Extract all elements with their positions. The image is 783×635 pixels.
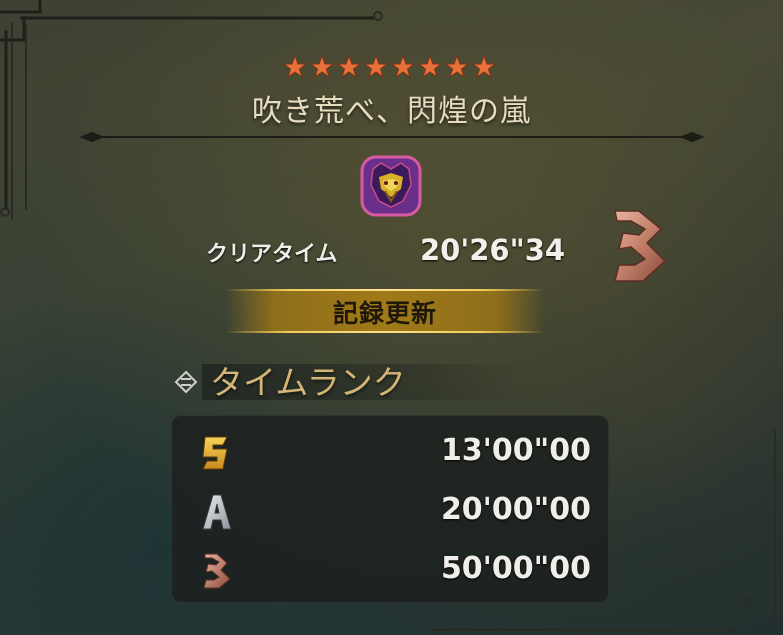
time-rank-title: タイムランク xyxy=(210,363,406,402)
difficulty-stars xyxy=(283,55,501,81)
time-rank-header: タイムランク xyxy=(172,356,522,402)
star-icon xyxy=(337,55,361,79)
record-updated-label: 記録更新 xyxy=(332,299,437,328)
star-icon xyxy=(283,55,307,79)
star-icon xyxy=(391,55,415,79)
star-icon xyxy=(445,55,469,79)
rank-b-time: 50'00"00 xyxy=(440,551,591,586)
rank-row-b: 50'00"00 xyxy=(171,541,609,593)
star-icon xyxy=(472,55,496,79)
quest-title: 吹き荒べ、閃煌の嵐 xyxy=(252,94,531,129)
monster-portrait-icon xyxy=(359,155,423,217)
rank-a-time: 20'00"00 xyxy=(440,492,591,527)
clear-time-value: 20'26"34 xyxy=(420,233,566,267)
rank-b-icon xyxy=(201,551,233,591)
rank-s-time: 13'00"00 xyxy=(440,433,591,468)
section-emblem-icon xyxy=(174,370,198,394)
star-icon xyxy=(418,55,442,79)
rank-row-a: 20'00"00 xyxy=(171,482,609,534)
time-rank-table: 13'00"00 20'00"00 50'00"00 xyxy=(171,415,609,603)
record-updated-banner: 記録更新 xyxy=(226,289,544,333)
star-icon xyxy=(310,55,334,79)
achieved-rank-b-icon xyxy=(609,205,673,287)
rank-a-icon xyxy=(201,492,233,532)
clear-time-label: クリアタイム xyxy=(206,242,338,267)
rank-s-icon xyxy=(201,433,233,473)
rank-row-s: 13'00"00 xyxy=(171,423,609,475)
star-icon xyxy=(364,55,388,79)
